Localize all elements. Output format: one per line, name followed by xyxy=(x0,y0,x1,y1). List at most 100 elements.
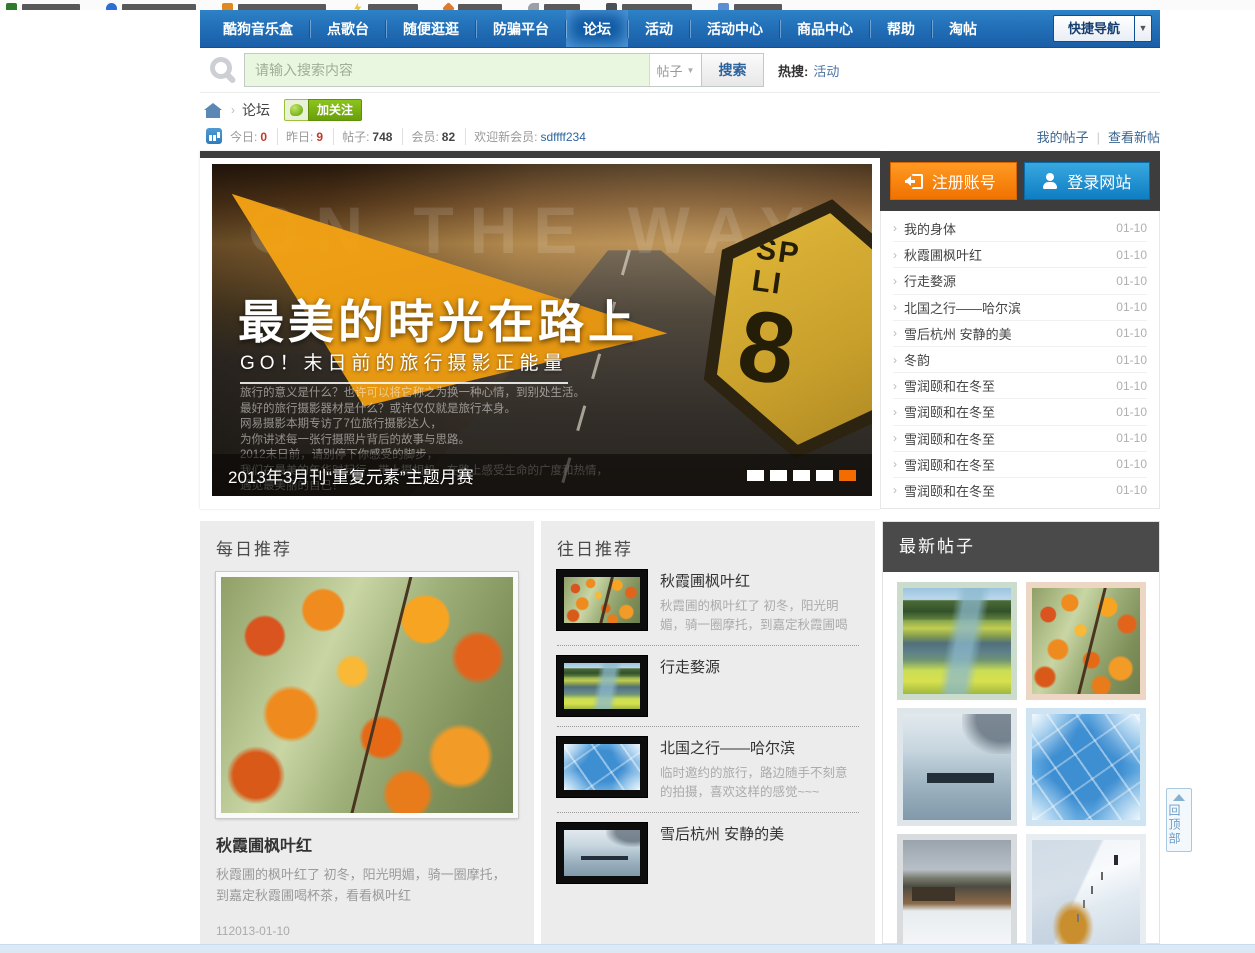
bookmark-item[interactable] xyxy=(606,0,692,10)
latest-posts-card: 最新帖子 xyxy=(882,521,1160,952)
post-link[interactable]: 雪润颐和在冬至 xyxy=(904,429,1116,448)
post-link[interactable]: 行走婺源 xyxy=(904,271,1116,290)
daily-photo-maple-leaves[interactable] xyxy=(216,572,518,818)
post-date: 01-10 xyxy=(1116,483,1147,498)
nav-item-kugou-music-box[interactable]: 酷狗音乐盒 xyxy=(206,10,310,47)
thumb-snow-dune-hiker[interactable] xyxy=(1026,834,1146,952)
slide-dot-5-active[interactable] xyxy=(839,469,856,481)
banner-caption-bar: 2013年3月刊“重复元素”主题月赛 xyxy=(212,454,872,496)
view-new-posts-link[interactable]: 查看新帖 xyxy=(1108,130,1160,145)
search-type-select[interactable]: 帖子 ▼ xyxy=(649,54,701,86)
breadcrumb: › 论坛 加关注 xyxy=(200,96,1160,123)
thumb-winter-village[interactable] xyxy=(897,834,1017,952)
nav-item-song-request[interactable]: 点歌台 xyxy=(310,10,386,47)
chevron-right-icon xyxy=(893,431,897,445)
daily-post-date: 112013-01-10 xyxy=(216,924,290,938)
newest-member-link[interactable]: sdffff234 xyxy=(540,130,585,144)
quick-nav-dropdown-arrow-icon[interactable]: ▼ xyxy=(1135,15,1152,42)
bookmark-item[interactable] xyxy=(6,0,80,10)
post-link[interactable]: 北国之行——哈尔滨 xyxy=(904,298,1116,317)
bookmark-item[interactable] xyxy=(222,0,326,10)
nav-item-activity-center[interactable]: 活动中心 xyxy=(690,10,780,47)
thumb-frost-branches-sky[interactable] xyxy=(1026,708,1146,826)
post-link[interactable]: 雪润颐和在冬至 xyxy=(904,402,1116,421)
register-button[interactable]: 注册账号 xyxy=(890,162,1017,200)
home-icon[interactable] xyxy=(204,102,222,118)
banner-caption-link[interactable]: 2013年3月刊“重复元素”主题月赛 xyxy=(228,463,474,488)
stat-welcome: 欢迎新会员: sdffff234 xyxy=(474,129,586,144)
post-link[interactable]: 雪润颐和在冬至 xyxy=(904,481,1116,500)
post-link[interactable]: 秋霞圃枫叶红 xyxy=(904,245,1116,264)
post-date: 01-10 xyxy=(1116,273,1147,288)
post-link[interactable]: 冬韵 xyxy=(904,350,1116,369)
bookmark-item[interactable] xyxy=(442,0,502,10)
browser-bookmarks-bar xyxy=(0,0,1255,10)
past-item: 雪后杭州 安静的美 xyxy=(556,813,859,893)
bookmark-item[interactable] xyxy=(528,0,580,10)
search-button[interactable]: 搜索 xyxy=(701,54,763,86)
sidebar-auth-block: 注册账号 登录网站 xyxy=(880,151,1160,211)
slideshow-pagination xyxy=(747,469,856,481)
nav-item-antifraud[interactable]: 防骗平台 xyxy=(476,10,566,47)
list-item: 北国之行——哈尔滨01-10 xyxy=(893,293,1147,320)
hot-search-link[interactable]: 活动 xyxy=(813,64,839,79)
thumb-river-fields[interactable] xyxy=(897,582,1017,700)
quick-nav-button-group: 快捷导航 ▼ xyxy=(1052,15,1152,42)
breadcrumb-separator: › xyxy=(231,102,235,117)
nav-item-taotie[interactable]: 淘帖 xyxy=(932,10,994,47)
back-to-top-button[interactable]: 回顶部 xyxy=(1166,788,1192,852)
past-post-title[interactable]: 行走婺源 xyxy=(660,656,859,677)
search-input[interactable] xyxy=(245,54,649,86)
quick-nav-button[interactable]: 快捷导航 xyxy=(1052,15,1135,42)
slide-dot-3[interactable] xyxy=(793,469,810,481)
bookmark-item[interactable] xyxy=(718,0,782,10)
follow-button[interactable]: 加关注 xyxy=(284,98,363,121)
daily-post-title[interactable]: 秋霞圃枫叶红 xyxy=(216,832,518,856)
latest-posts-grid xyxy=(883,572,1159,953)
thumb-river-fields[interactable] xyxy=(556,655,648,717)
list-item: 雪润颐和在冬至01-10 xyxy=(893,372,1147,398)
past-post-desc: 秋霞圃的枫叶红了 初冬，阳光明媚，骑一圈摩托，到嘉定秋霞圃喝 xyxy=(660,599,848,632)
thumb-frost-branches-sky[interactable] xyxy=(556,736,648,798)
thumb-foggy-lake-pier[interactable] xyxy=(556,822,648,884)
post-date: 01-10 xyxy=(1116,300,1147,315)
login-button[interactable]: 登录网站 xyxy=(1023,162,1150,200)
thumb-maple-leaves[interactable] xyxy=(556,569,648,631)
bookmark-icon xyxy=(606,2,617,10)
slide-dot-4[interactable] xyxy=(816,469,833,481)
bookmark-icon xyxy=(6,2,17,10)
nav-item-browse[interactable]: 随便逛逛 xyxy=(386,10,476,47)
past-post-title[interactable]: 雪后杭州 安静的美 xyxy=(660,823,859,844)
list-item: 雪润颐和在冬至01-10 xyxy=(893,424,1147,451)
my-posts-link[interactable]: 我的帖子 xyxy=(1037,130,1089,145)
bookmark-item[interactable] xyxy=(106,0,196,10)
post-link[interactable]: 雪后杭州 安静的美 xyxy=(904,324,1116,343)
post-date: 01-10 xyxy=(1116,378,1147,393)
chevron-right-icon xyxy=(893,221,897,235)
post-link[interactable]: 雪润颐和在冬至 xyxy=(904,376,1116,395)
nav-item-goods-center[interactable]: 商品中心 xyxy=(780,10,870,47)
nav-item-help[interactable]: 帮助 xyxy=(870,10,932,47)
thumb-maple-leaves[interactable] xyxy=(1026,582,1146,700)
past-post-title[interactable]: 秋霞圃枫叶红 xyxy=(660,570,859,591)
slide-dot-2[interactable] xyxy=(770,469,787,481)
post-date: 01-10 xyxy=(1116,221,1147,236)
breadcrumb-forum-link[interactable]: 论坛 xyxy=(242,100,270,120)
slideshow-block: ON THE WAY SP LI 8 最美的時光在路上 GO！末日前的旅行摄影正… xyxy=(200,151,880,509)
past-recommend-card: 往日推荐 秋霞圃枫叶红 秋霞圃的枫叶红了 初冬，阳光明媚，骑一圈摩托，到嘉定秋霞… xyxy=(541,521,875,944)
bookmark-item[interactable] xyxy=(352,0,418,10)
post-link[interactable]: 我的身体 xyxy=(904,219,1116,238)
past-post-title[interactable]: 北国之行——哈尔滨 xyxy=(660,737,859,758)
bookmark-icon xyxy=(528,2,539,10)
thumb-foggy-lake-pier[interactable] xyxy=(897,708,1017,826)
banner-slide-image[interactable]: ON THE WAY SP LI 8 最美的時光在路上 GO！末日前的旅行摄影正… xyxy=(212,164,872,496)
nav-item-activity[interactable]: 活动 xyxy=(628,10,690,47)
register-icon xyxy=(904,173,923,189)
slide-dot-1[interactable] xyxy=(747,469,764,481)
list-item: 雪后杭州 安静的美01-10 xyxy=(893,319,1147,346)
sidebar: 注册账号 登录网站 我的身体01-10 秋霞圃枫叶红01-10 行走婺源01-1… xyxy=(880,151,1160,509)
nav-item-forum-active[interactable]: 论坛 xyxy=(566,10,628,47)
bookmark-icon xyxy=(354,2,362,10)
chevron-right-icon xyxy=(893,379,897,393)
post-link[interactable]: 雪润颐和在冬至 xyxy=(904,455,1116,474)
